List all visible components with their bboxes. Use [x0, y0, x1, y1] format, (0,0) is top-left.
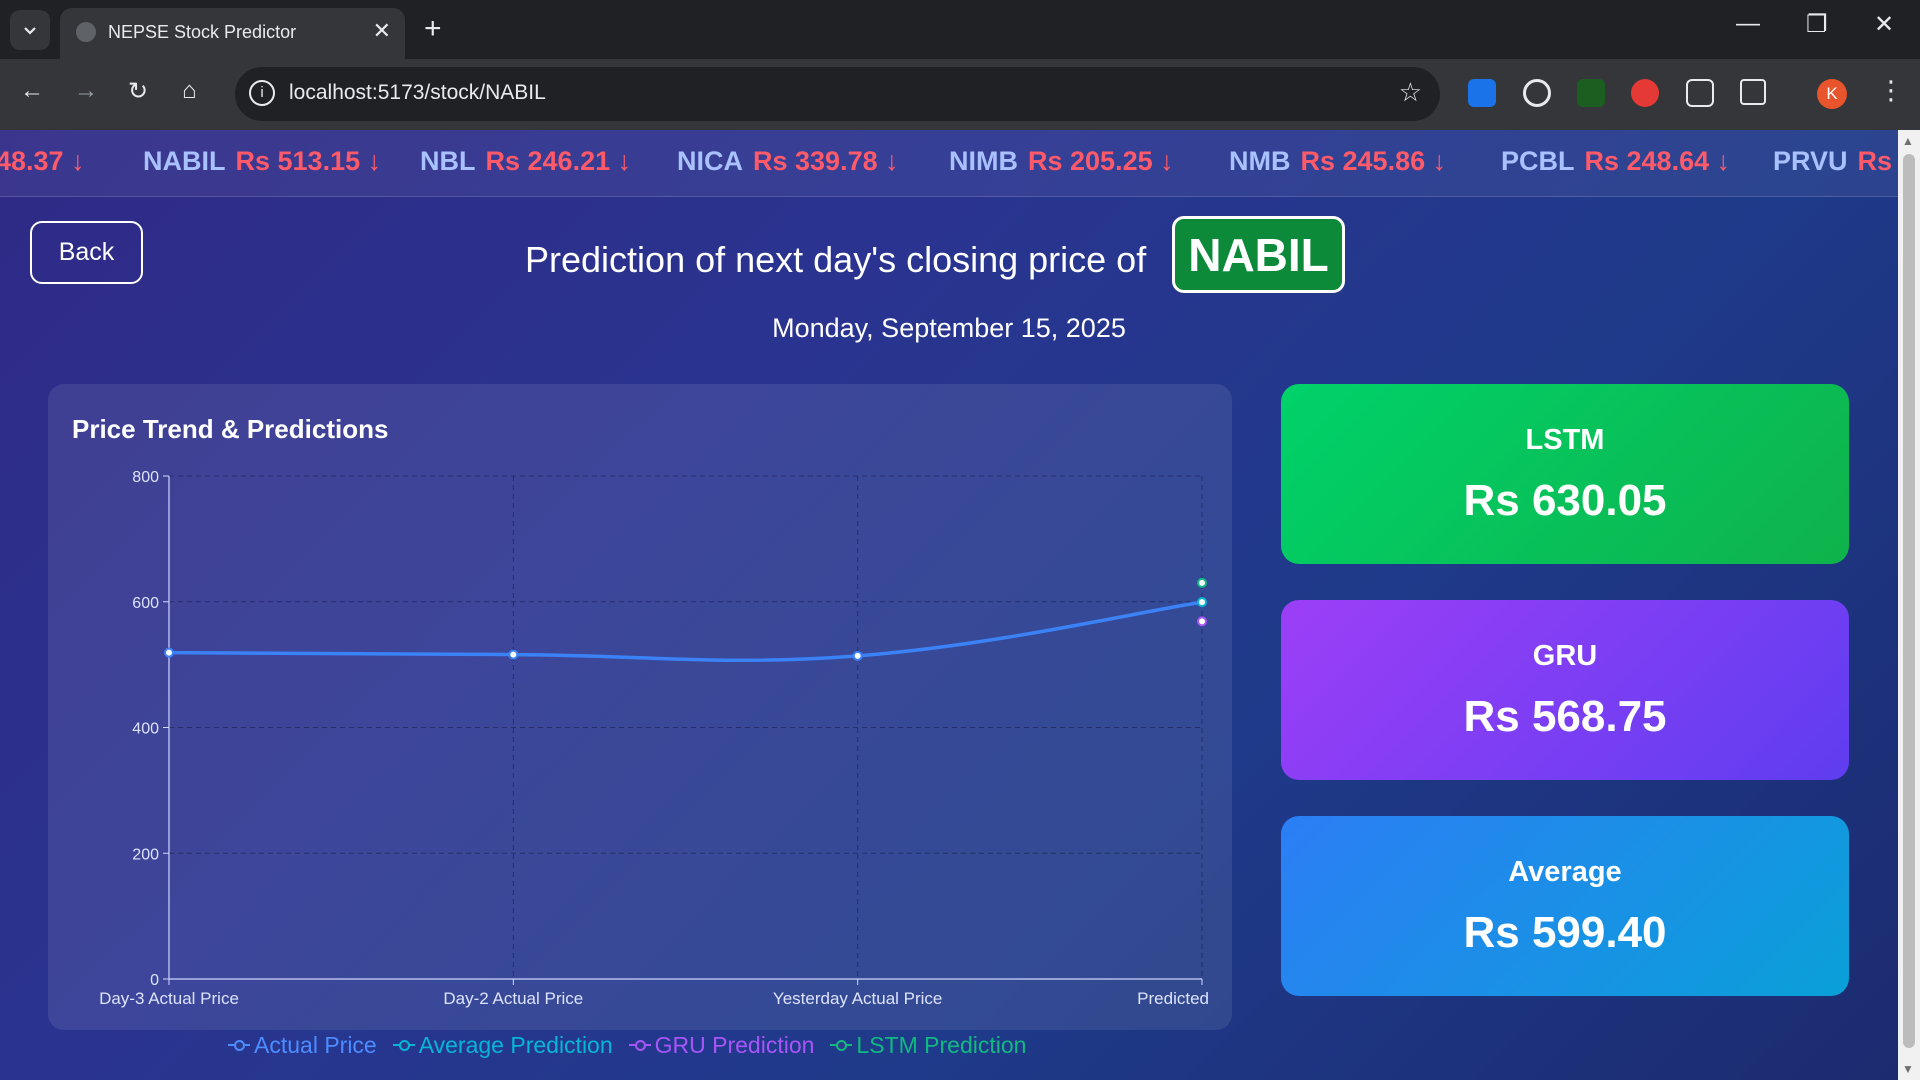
- y-tick-label: 400: [132, 721, 159, 738]
- stock-symbol-badge: NABIL: [1172, 216, 1345, 293]
- browser-menu-icon[interactable]: ⋮: [1878, 75, 1904, 106]
- back-arrow-icon[interactable]: ←: [20, 77, 44, 105]
- extension-green-icon[interactable]: [1577, 79, 1605, 107]
- site-info-icon[interactable]: i: [249, 80, 275, 106]
- lstm-prediction-card: LSTM Rs 630.05: [1281, 384, 1849, 564]
- forward-arrow-icon[interactable]: →: [74, 77, 98, 105]
- y-tick-label: 600: [132, 595, 159, 612]
- average-prediction-point: [1197, 597, 1207, 608]
- extension-fi-icon[interactable]: [1468, 79, 1496, 107]
- extension-window-icon[interactable]: [1686, 79, 1714, 107]
- tab-search-button[interactable]: [10, 10, 50, 50]
- ticker-item[interactable]: PCBL Rs 248.64 ↓: [1501, 146, 1730, 177]
- bookmark-star-icon[interactable]: ☆: [1399, 77, 1422, 108]
- extensions-puzzle-icon[interactable]: [1740, 79, 1766, 105]
- scroll-up-icon[interactable]: ▲: [1902, 134, 1914, 148]
- ticker-item[interactable]: NBL Rs 246.21 ↓: [420, 146, 631, 177]
- gru-prediction-point: [1197, 616, 1207, 627]
- ticker-item[interactable]: 48.37 ↓: [0, 146, 85, 177]
- legend-label: Average Prediction: [418, 1031, 613, 1058]
- y-tick-label: 800: [132, 469, 159, 486]
- ticker-item[interactable]: NMB Rs 245.86 ↓: [1229, 146, 1446, 177]
- actual-price-point: [164, 647, 174, 658]
- reload-icon[interactable]: ↻: [128, 77, 148, 106]
- back-button[interactable]: Back: [30, 221, 143, 284]
- browser-tab[interactable]: NEPSE Stock Predictor ✕: [60, 8, 405, 59]
- y-tick-label: 0: [150, 972, 159, 989]
- legend-label: GRU Prediction: [654, 1031, 815, 1058]
- gru-prediction-card: GRU Rs 568.75: [1281, 600, 1849, 780]
- close-window-icon[interactable]: ✕: [1874, 10, 1894, 39]
- scroll-down-icon[interactable]: ▼: [1902, 1062, 1914, 1076]
- chart-card: Price Trend & Predictions 0 200 400 600 800 D…: [48, 384, 1232, 1030]
- legend-item[interactable]: GRU Prediction: [628, 1031, 815, 1059]
- page-scrollbar[interactable]: ▲ ▼: [1898, 130, 1920, 1080]
- page-content: 48.37 ↓ NABIL Rs 513.15 ↓ NBL Rs 246.21 ↓ …: [0, 130, 1898, 1080]
- address-bar[interactable]: i localhost:5173/stock/NABIL ☆: [235, 67, 1440, 121]
- price-chart: 0 200 400 600 800 Day-3 Actual Price Day-2 Act…: [99, 469, 1209, 1008]
- close-tab-icon[interactable]: ✕: [373, 18, 391, 44]
- tab-title: NEPSE Stock Predictor: [108, 22, 297, 42]
- x-tick-label: Yesterday Actual Price: [773, 989, 942, 1008]
- url-text: localhost:5173/stock/NABIL: [289, 81, 546, 104]
- average-prediction-card: Average Rs 599.40: [1281, 816, 1849, 996]
- new-tab-icon[interactable]: +: [424, 12, 442, 46]
- legend-item[interactable]: Actual Price: [228, 1032, 377, 1059]
- legend-label: LSTM Prediction: [856, 1031, 1027, 1058]
- actual-price-line: [168, 600, 1203, 663]
- gru-label: GRU: [1532, 640, 1598, 672]
- lstm-label: LSTM: [1525, 424, 1605, 456]
- chart-legend: Actual Price Average Prediction GRU Predic…: [228, 1030, 1042, 1059]
- ticker-item[interactable]: NICA Rs 339.78 ↓: [677, 146, 899, 177]
- minimize-icon[interactable]: —: [1736, 10, 1760, 38]
- extension-stop-icon[interactable]: [1631, 79, 1659, 107]
- legend-item[interactable]: LSTM Prediction: [830, 1032, 1026, 1059]
- home-icon[interactable]: ⌂: [182, 77, 197, 105]
- legend-label: Actual Price: [254, 1031, 377, 1058]
- page-headline: Prediction of next day's closing price o…: [525, 239, 1147, 280]
- y-tick-label: 200: [132, 846, 159, 863]
- legend-marker-icon: [228, 1039, 250, 1051]
- ticker-item[interactable]: NABIL Rs 513.15 ↓: [143, 146, 381, 177]
- lstm-value: Rs 630.05: [1463, 476, 1667, 525]
- actual-price-point: [508, 649, 519, 660]
- prediction-date: Monday, September 15, 2025: [772, 313, 1126, 343]
- x-tick-label: Day-2 Actual Price: [443, 989, 583, 1008]
- extension-target-icon[interactable]: [1523, 79, 1551, 107]
- average-value: Rs 599.40: [1463, 908, 1667, 957]
- browser-toolbar: ← → ↻ ⌂ i localhost:5173/stock/NABIL ☆ K…: [0, 59, 1920, 130]
- legend-item[interactable]: Average Prediction: [392, 1031, 613, 1059]
- globe-icon: [76, 22, 96, 42]
- scrollbar-thumb[interactable]: [1903, 154, 1915, 1048]
- ticker-item[interactable]: NIMB Rs 205.25 ↓: [949, 146, 1174, 177]
- gru-value: Rs 568.75: [1463, 692, 1667, 741]
- legend-marker-icon: [628, 1039, 651, 1051]
- ticker-item[interactable]: PRVURs 2: [1773, 146, 1898, 177]
- lstm-prediction-point: [1197, 577, 1207, 588]
- restore-icon[interactable]: ❐: [1806, 10, 1828, 39]
- chevron-down-icon: [24, 27, 36, 35]
- browser-tab-bar: NEPSE Stock Predictor ✕ + — ❐ ✕: [0, 0, 1920, 59]
- profile-avatar[interactable]: K: [1817, 79, 1847, 109]
- average-label: Average: [1508, 856, 1622, 888]
- x-tick-label: Predicted: [1137, 989, 1209, 1008]
- actual-price-point: [852, 650, 863, 661]
- x-tick-label: Day-3 Actual Price: [99, 989, 239, 1008]
- legend-marker-icon: [392, 1039, 415, 1051]
- stock-ticker: 48.37 ↓ NABIL Rs 513.15 ↓ NBL Rs 246.21 ↓ …: [0, 130, 1898, 197]
- legend-marker-icon: [830, 1039, 853, 1051]
